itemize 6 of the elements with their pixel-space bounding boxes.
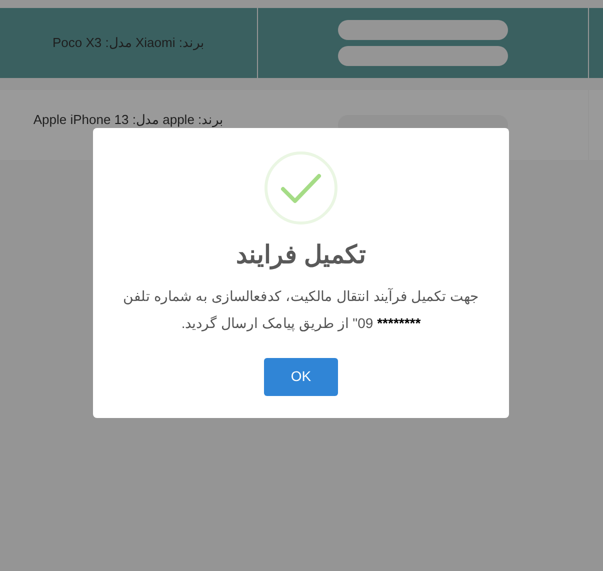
ok-button[interactable]: OK (264, 358, 338, 396)
dialog-title: تکمیل فرایند (236, 240, 366, 272)
dialog-message: جهت تکمیل فرآیند انتقال مالکیت، کدفعالسازی به شماره تلفن ******** 09" از طریق پیامک ارسال گردید. (122, 286, 480, 334)
device-name: برند: apple مدل: Apple iPhone 13 (33, 111, 224, 130)
device-name: برند: Xiaomi مدل: Poco X3 (52, 34, 204, 52)
success-check-icon (264, 151, 338, 225)
